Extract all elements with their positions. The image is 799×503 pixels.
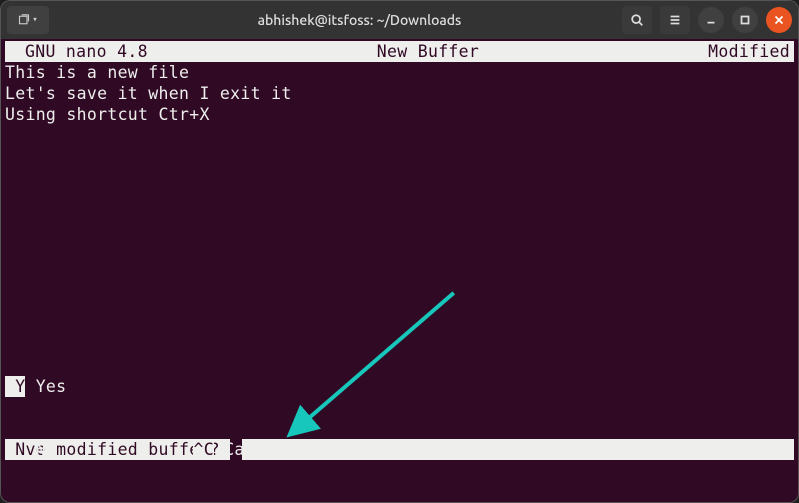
nano-buffer-name: New Buffer <box>148 41 708 62</box>
cancel-key[interactable]: ^C <box>193 439 213 460</box>
new-tab-button[interactable]: ▾ <box>7 6 49 34</box>
editor-content: This is a new file Let's save it when I … <box>5 62 794 125</box>
yes-key[interactable]: Y <box>5 376 25 397</box>
no-label: No <box>25 439 193 460</box>
nano-version: GNU nano 4.8 <box>5 41 148 62</box>
nano-header: GNU nano 4.8 New Buffer Modified <box>5 41 794 62</box>
menu-button[interactable] <box>660 6 690 34</box>
window-titlebar: ▾ abhishek@itsfoss: ~/Downloads <box>1 1 798 39</box>
close-icon <box>772 13 786 27</box>
cancel-label: Cancel <box>214 439 286 460</box>
window-title: abhishek@itsfoss: ~/Downloads <box>101 12 618 28</box>
hamburger-icon <box>668 13 682 27</box>
search-button[interactable] <box>622 6 652 34</box>
yes-label: Yes <box>25 376 66 397</box>
nano-help: Y Yes N No ^C Cancel <box>5 334 794 502</box>
terminal-area[interactable]: GNU nano 4.8 New Buffer Modified This is… <box>1 39 798 502</box>
minimize-button[interactable] <box>698 7 724 33</box>
close-button[interactable] <box>766 7 792 33</box>
terminal-window: ▾ abhishek@itsfoss: ~/Downloads GNU nano <box>0 0 799 503</box>
search-icon <box>630 13 644 27</box>
minimize-icon <box>704 13 718 27</box>
no-key[interactable]: N <box>5 439 25 460</box>
nano-modified-status: Modified <box>708 41 794 62</box>
maximize-icon <box>738 13 752 27</box>
maximize-button[interactable] <box>732 7 758 33</box>
